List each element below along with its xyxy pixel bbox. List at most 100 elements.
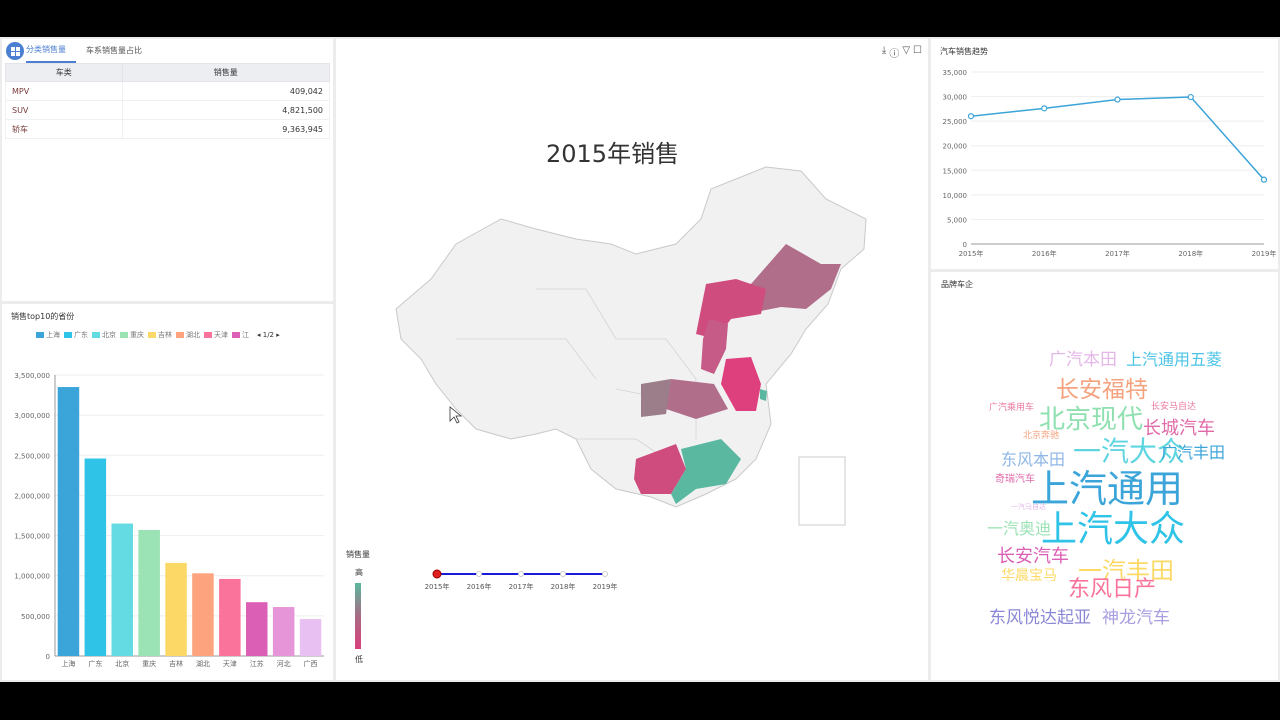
y-tick-label: 35,000: [943, 69, 968, 77]
x-tick-label: 2016年: [1032, 249, 1057, 258]
timeline-label: 2016年: [467, 582, 492, 591]
y-tick-label: 3,500,000: [14, 372, 50, 380]
bar: [165, 562, 187, 656]
cloud-word[interactable]: 上汽通用: [1031, 470, 1183, 508]
y-tick-label: 20,000: [943, 143, 968, 151]
cell-sales: 4,821,500: [121, 100, 331, 120]
y-tick-label: 1,000,000: [14, 573, 50, 581]
x-tick-label: 广西: [304, 659, 318, 668]
timeline-node: [476, 571, 482, 577]
bar: [138, 529, 160, 656]
data-point: [967, 113, 975, 120]
y-tick-label: 0: [963, 241, 967, 249]
bar-chart: 0 500,000 1,000,000 1,500,000 2,000,000 2,500…: [14, 372, 324, 668]
y-tick-label: 2,000,000: [14, 492, 50, 500]
y-tick-label: 30,000: [943, 94, 968, 102]
bar: [84, 458, 107, 656]
cloud-word[interactable]: 北京现代: [1039, 407, 1143, 433]
table-row[interactable]: SUV 4,821,500: [5, 100, 331, 120]
cloud-word[interactable]: 北京奔驰: [1023, 432, 1059, 441]
brand-cloud-panel: 品牌车企 广汽本田 上汽通用五菱 长安福特 广汽乘用车 长安马自达 北京现代 长城汽车 北京奔…: [931, 272, 1278, 680]
y-tick-label: 1,500,000: [14, 533, 50, 541]
y-tick-label: 25,000: [943, 118, 968, 126]
sales-table-panel: 分类销售量 车系销售量占比 车类 销售量 MPV 409,042 SUV 4,8…: [2, 39, 333, 301]
data-point: [1187, 93, 1194, 101]
timeline-label: 2017年: [509, 582, 534, 591]
visual-map-low-label: 低: [355, 655, 363, 664]
cloud-word[interactable]: 广汽乘用车: [989, 404, 1034, 413]
column-header-type[interactable]: 车类: [5, 63, 123, 82]
x-tick-label: 吉林: [169, 659, 183, 668]
bar: [219, 578, 241, 656]
y-tick-label: 10,000: [943, 192, 968, 200]
x-tick-label: 河北: [277, 660, 291, 668]
cloud-word[interactable]: 上汽通用五菱: [1126, 352, 1222, 368]
bar: [245, 602, 268, 656]
sales-table: 车类 销售量 MPV 409,042 SUV 4,821,500 轿车 9,36…: [5, 63, 331, 139]
x-tick-label: 2018年: [1178, 249, 1203, 258]
tab-bar: 分类销售量 车系销售量占比: [2, 39, 333, 63]
timeline-label: 2019年: [593, 582, 618, 591]
column-header-sales[interactable]: 销售量: [121, 63, 331, 82]
data-point: [1041, 105, 1048, 112]
bar: [57, 387, 80, 656]
timeline-label: 2015年: [425, 582, 450, 591]
x-tick-label: 2015年: [959, 249, 984, 258]
visual-map-gradient[interactable]: [355, 583, 361, 649]
year-timeline[interactable]: 2015年 2016年 2017年 2018年 2019年: [422, 561, 622, 591]
cell-type: SUV: [5, 100, 123, 120]
cell-sales: 409,042: [121, 81, 331, 101]
y-tick-label: 0: [46, 653, 50, 661]
visual-map-high-label: 高: [355, 568, 363, 577]
cloud-word[interactable]: 长安马自达: [1151, 403, 1196, 412]
cloud-word[interactable]: 东风本田: [1001, 452, 1065, 468]
cloud-word[interactable]: 华晨宝马: [1001, 569, 1057, 583]
line-chart: 0 5,000 10,000 15,000 20,000 25,000 30,000 35,0…: [943, 69, 1277, 258]
x-tick-label: 2019年: [1252, 249, 1277, 258]
visual-map-title: 销售量: [346, 550, 370, 559]
south-sea-inset: [798, 456, 846, 526]
cloud-word[interactable]: 长安福特: [1056, 379, 1148, 402]
cell-type: MPV: [5, 81, 123, 101]
y-tick-label: 5,000: [947, 216, 967, 224]
cell-sales: 9,363,945: [121, 119, 331, 139]
y-tick-label: 500,000: [21, 613, 50, 621]
timeline-node: [432, 569, 442, 579]
bar: [299, 619, 322, 656]
cloud-word[interactable]: 东风日产: [1068, 579, 1156, 601]
tab-category-sales[interactable]: 分类销售量: [26, 39, 76, 63]
y-tick-label: 3,000,000: [14, 412, 50, 420]
map-panel: ⤓ ⓘ ▽ ☐ 2015年销售 销售量 高 低 2015年 2016年 2017…: [336, 39, 928, 680]
data-point: [1260, 176, 1268, 183]
x-tick-label: 天津: [223, 660, 237, 668]
sales-trend-panel: 汽车销售趋势 0 5,000 10,000 15,000 20,000 25,000 30,…: [931, 39, 1278, 269]
cloud-word[interactable]: 广汽丰田: [1161, 445, 1225, 461]
cloud-word[interactable]: 东风悦达起亚: [989, 610, 1091, 627]
x-tick-label: 北京: [115, 659, 129, 668]
cloud-word[interactable]: 广汽本田: [1049, 352, 1117, 369]
table-row[interactable]: MPV 409,042: [5, 81, 331, 101]
province-shanghai-region: [760, 389, 767, 401]
x-tick-label: 江苏: [250, 659, 264, 668]
cloud-word[interactable]: 神龙汽车: [1102, 610, 1170, 627]
x-tick-label: 广东: [88, 659, 102, 668]
data-point: [1114, 96, 1121, 103]
timeline-node: [518, 571, 524, 577]
bar: [111, 523, 134, 656]
table-row[interactable]: 轿车 9,363,945: [5, 119, 331, 139]
x-tick-label: 重庆: [142, 659, 156, 668]
x-tick-label: 湖北: [196, 659, 210, 668]
timeline-node: [602, 571, 608, 577]
cell-type: 轿车: [5, 119, 123, 139]
y-tick-label: 15,000: [943, 167, 968, 175]
timeline-node: [560, 571, 566, 577]
bar: [192, 573, 214, 656]
brand-word-cloud: 广汽本田 上汽通用五菱 长安福特 广汽乘用车 长安马自达 北京现代 长城汽车 北京奔驰 一汽大众…: [931, 272, 1278, 680]
bar: [272, 607, 295, 656]
cloud-word[interactable]: 上汽大众: [1041, 512, 1185, 548]
tab-series-share[interactable]: 车系销售量占比: [76, 40, 152, 62]
dashboard: 分类销售量 车系销售量占比 车类 销售量 MPV 409,042 SUV 4,8…: [0, 37, 1280, 682]
cloud-word[interactable]: 长安汽车: [997, 548, 1069, 566]
cloud-word[interactable]: 奇瑞汽车: [995, 475, 1035, 485]
timeline-label: 2018年: [551, 582, 576, 591]
